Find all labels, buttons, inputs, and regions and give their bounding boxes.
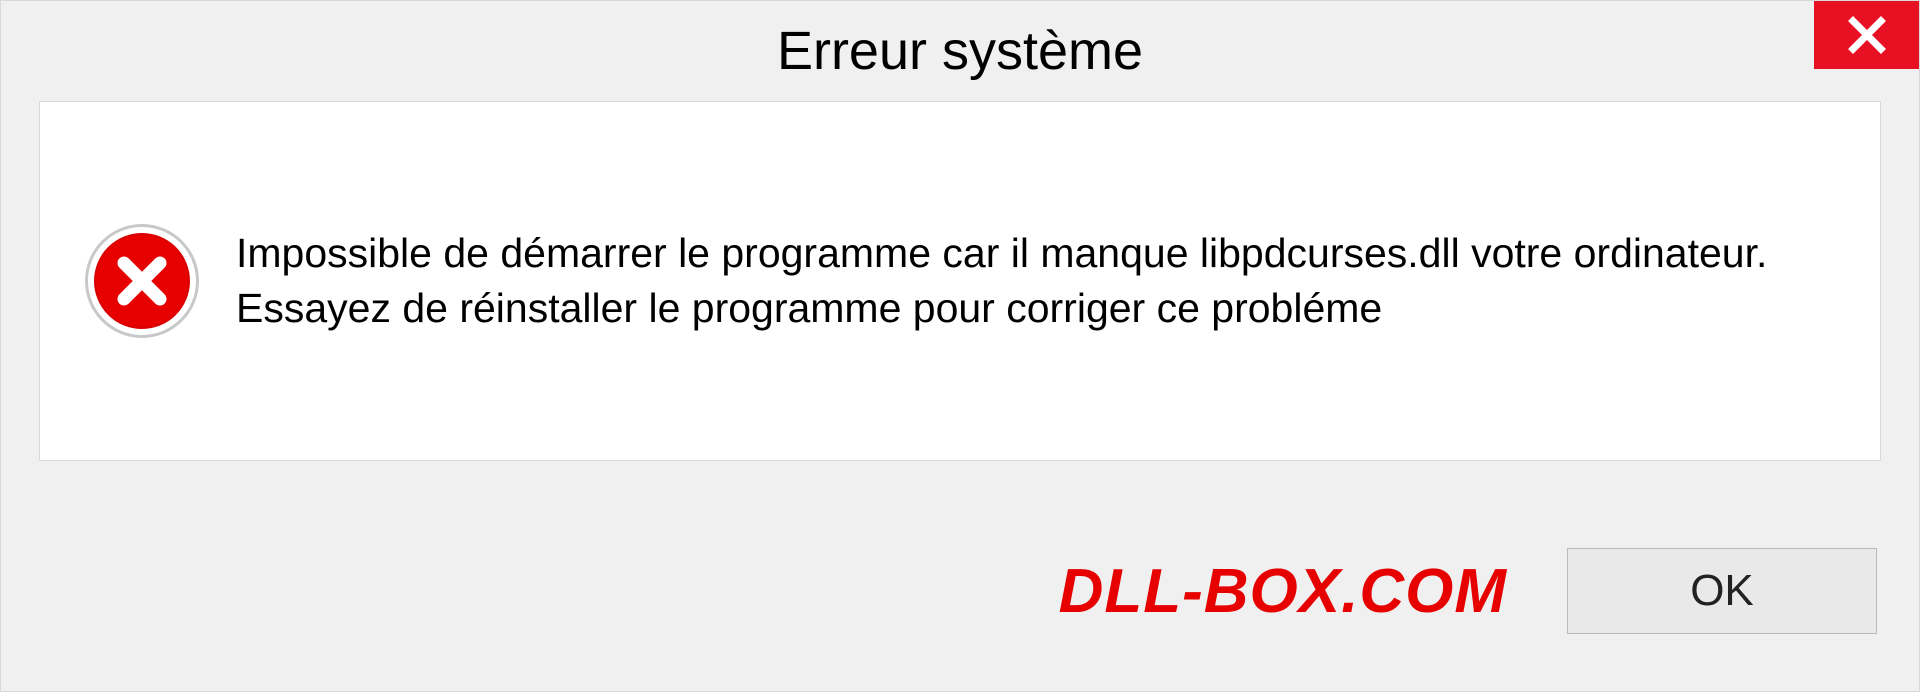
error-message: Impossible de démarrer le programme car … — [236, 226, 1820, 337]
titlebar: Erreur système — [1, 1, 1919, 101]
dialog-body: Impossible de démarrer le programme car … — [39, 101, 1881, 461]
close-icon — [1847, 15, 1887, 55]
error-icon — [88, 227, 196, 335]
error-dialog: Erreur système Impossible de démarrer le… — [0, 0, 1920, 692]
dialog-footer: DLL-BOX.COM OK — [1, 511, 1919, 691]
dialog-title: Erreur système — [777, 20, 1143, 82]
brand-watermark: DLL-BOX.COM — [1059, 556, 1507, 627]
close-button[interactable] — [1814, 1, 1919, 69]
ok-button[interactable]: OK — [1567, 548, 1877, 634]
